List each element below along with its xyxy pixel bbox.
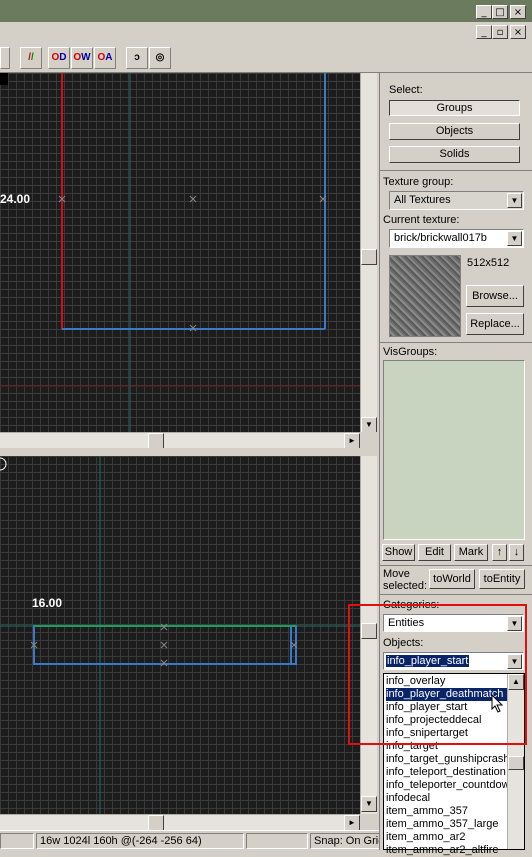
scroll-corner: [360, 432, 380, 448]
title-bar: _ □ ×: [0, 0, 532, 22]
carve-icon[interactable]: OD: [48, 47, 70, 69]
child-close-button[interactable]: ×: [510, 25, 526, 39]
group-icon[interactable]: //: [20, 47, 42, 69]
viewport-bottom-hscroll-thumb[interactable]: [148, 815, 164, 831]
viewport-top-size-label: 24.00: [0, 192, 31, 206]
current-texture-label: Current texture:: [383, 214, 460, 226]
viewport-bottom-geometry: [0, 456, 360, 814]
texture-size: 512x512: [467, 257, 510, 269]
status-bar: 16w 1024l 160h @(-264 -256 64) Snap: On …: [0, 830, 380, 851]
texture-group-dropdown[interactable]: All Textures ▼: [389, 191, 524, 210]
apply-decal-icon[interactable]: OA: [94, 47, 116, 69]
toolbar: // OD OW OA ↄ ◎: [0, 44, 532, 73]
viewport-bottom-size-label: 16.00: [32, 596, 63, 610]
chevron-down-icon: ▼: [507, 231, 522, 246]
texture-lock-icon[interactable]: ◎: [149, 47, 171, 69]
child-minimize-button[interactable]: _: [476, 25, 492, 39]
select-label: Select:: [389, 84, 423, 96]
current-texture-dropdown[interactable]: brick/brickwall017b ▼: [389, 229, 524, 248]
viewport-top-vscroll-thumb[interactable]: [361, 249, 377, 265]
viewport-top-hscrollbar[interactable]: ►: [0, 432, 360, 449]
select-solids-button[interactable]: Solids: [389, 146, 520, 163]
browse-button[interactable]: Browse...: [466, 285, 524, 307]
select-groups-button[interactable]: Groups: [389, 100, 520, 116]
viewport-bottom-scroll-down[interactable]: ▼: [361, 796, 377, 812]
texture-group-value: All Textures: [394, 194, 451, 206]
cordon-icon[interactable]: ↄ: [126, 47, 148, 69]
arrow-down-icon[interactable]: ↓: [509, 544, 524, 561]
menu-bar: _ ▫ ×: [0, 22, 532, 42]
minimize-button[interactable]: _: [476, 5, 492, 19]
status-snap: Snap: On Grid: [310, 833, 380, 849]
close-button[interactable]: ×: [510, 5, 526, 19]
list-item[interactable]: item_ammo_ar2_altfire: [386, 844, 506, 857]
divider: [380, 342, 532, 343]
arrow-up-icon[interactable]: ↑: [492, 544, 507, 561]
move-selected-label: Move selected:: [383, 568, 428, 592]
divider: [380, 594, 532, 595]
visgroup-edit-button[interactable]: Edit: [418, 544, 451, 561]
hollow-icon[interactable]: OW: [71, 47, 93, 69]
list-item[interactable]: item_ammo_357: [386, 805, 506, 818]
current-texture-value: brick/brickwall017b: [394, 232, 487, 244]
divider: [380, 565, 532, 566]
maximize-button[interactable]: □: [492, 5, 508, 19]
status-cell-blank-2: [246, 833, 308, 849]
viewport-top-vscrollbar[interactable]: ▼: [360, 73, 377, 433]
chevron-down-icon: ▼: [507, 193, 522, 208]
viewport-bottom-scroll-right[interactable]: ►: [344, 815, 360, 831]
visgroup-mark-button[interactable]: Mark: [454, 544, 488, 561]
list-item[interactable]: item_ammo_ar2: [386, 831, 506, 844]
status-cell-blank: [0, 833, 34, 849]
list-item[interactable]: infodecal: [386, 792, 506, 805]
child-restore-button[interactable]: ▫: [492, 25, 508, 39]
list-item[interactable]: item_ammo_357_large: [386, 818, 506, 831]
to-world-button[interactable]: toWorld: [429, 569, 475, 589]
toolbar-scroll-button[interactable]: [0, 47, 10, 69]
viewport-bottom-hscrollbar[interactable]: ►: [0, 814, 360, 831]
replace-button[interactable]: Replace...: [466, 313, 524, 335]
viewport-2d-bottom[interactable]: 16.00: [0, 456, 360, 814]
to-entity-button[interactable]: toEntity: [479, 569, 525, 589]
viewport-2d-top[interactable]: 24.00: [0, 73, 360, 433]
list-item[interactable]: info_target_gunshipcrash: [386, 753, 510, 766]
visgroups-label: VisGroups:: [383, 346, 438, 358]
viewport-top-scroll-down[interactable]: ▼: [361, 417, 377, 433]
texture-group-label: Texture group:: [383, 176, 454, 188]
status-selection-size: 16w 1024l 160h @(-264 -256 64): [36, 833, 244, 849]
list-item[interactable]: info_teleport_destination: [386, 766, 506, 779]
texture-preview-image: [389, 255, 461, 337]
highlight-box: [348, 604, 527, 745]
viewport-top-hscroll-thumb[interactable]: [148, 433, 164, 449]
divider: [380, 170, 532, 171]
objects-list-scroll-thumb[interactable]: [508, 756, 524, 770]
viewport-top-scroll-right[interactable]: ►: [344, 433, 360, 449]
viewport-top-geometry: [0, 73, 360, 433]
visgroups-list[interactable]: [383, 360, 525, 540]
viewport-splitter[interactable]: [0, 448, 380, 456]
visgroup-show-button[interactable]: Show: [382, 544, 415, 561]
select-objects-button[interactable]: Objects: [389, 123, 520, 140]
list-item[interactable]: info_teleporter_countdown: [386, 779, 516, 792]
